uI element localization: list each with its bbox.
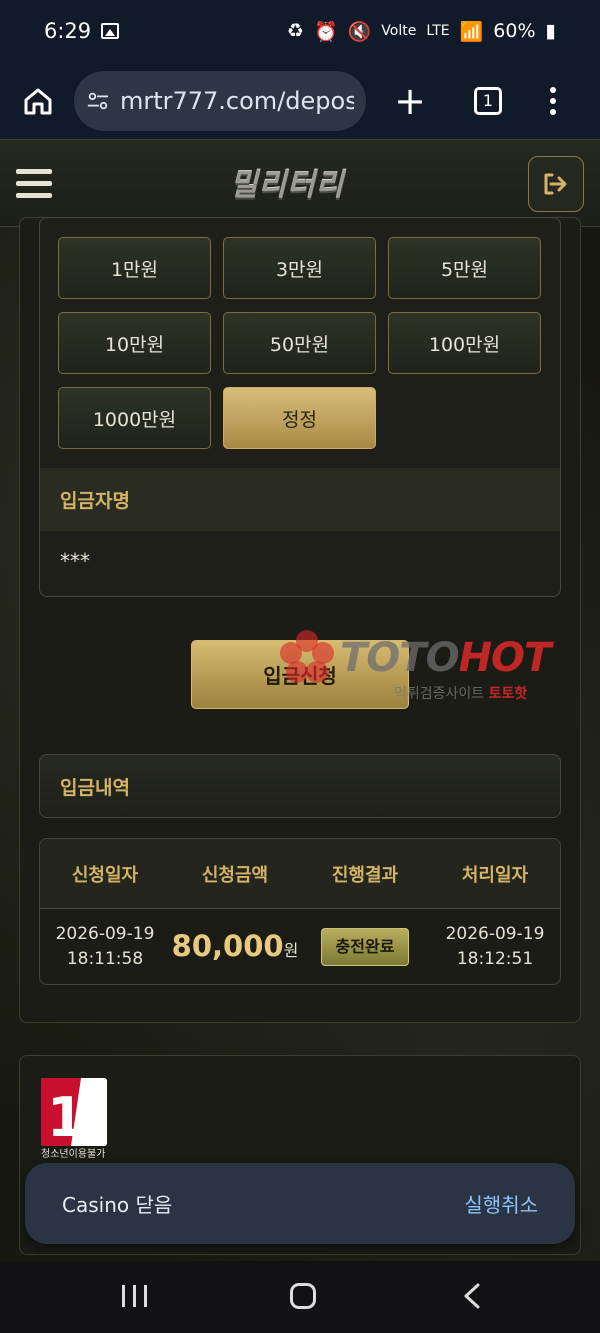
undo-button[interactable]: 실행취소 bbox=[464, 1189, 538, 1218]
deposit-page: 1만원 3만원 5만원 10만원 50만원 100만원 1000만원 정정 입금… bbox=[0, 217, 600, 1261]
site-header: 밀리터리 bbox=[0, 139, 600, 227]
watermark-flower-icon bbox=[280, 630, 334, 683]
browser-toolbar: mrtr777.com/deposit + 1 bbox=[0, 62, 600, 139]
battery-saver-icon: ♻ bbox=[286, 20, 304, 42]
column-header: 처리일자 bbox=[461, 864, 529, 886]
system-nav-bar bbox=[0, 1261, 600, 1333]
clock: 6:29 bbox=[44, 19, 92, 43]
home-icon[interactable] bbox=[22, 85, 54, 117]
snackbar-message: Casino 닫음 bbox=[62, 1193, 173, 1217]
site-logo[interactable]: 밀리터리 bbox=[230, 160, 378, 203]
age-18-icon: 18 bbox=[41, 1078, 107, 1146]
mute-icon: 🔇 bbox=[347, 20, 372, 43]
amount-button-10m[interactable]: 1000만원 bbox=[58, 387, 211, 449]
depositor-name-field[interactable]: *** bbox=[60, 549, 90, 573]
column-header: 신청일자 bbox=[71, 864, 139, 886]
site-settings-icon[interactable] bbox=[86, 88, 110, 114]
new-tab-icon[interactable]: + bbox=[394, 82, 426, 120]
deposit-history-title: 입금내역 bbox=[39, 754, 561, 818]
status-badge: 충전완료 bbox=[320, 928, 410, 966]
lte-label: LTE bbox=[426, 23, 450, 39]
more-menu-icon[interactable] bbox=[550, 86, 556, 115]
signal-icon: 📶 bbox=[459, 20, 484, 43]
reset-amount-button[interactable]: 정정 bbox=[223, 387, 376, 449]
logout-button[interactable] bbox=[528, 156, 584, 212]
depositor-name-label: 입금자명 bbox=[40, 468, 560, 531]
status-icons: ♻ ⏰ 🔇 Volte LTE 📶 60% ▮ bbox=[287, 20, 556, 43]
request-datetime: 2026-09-19 18:11:58 bbox=[55, 923, 155, 970]
amount-button-100k[interactable]: 10만원 bbox=[58, 312, 211, 374]
column-header: 신청금액 bbox=[201, 864, 269, 886]
amount-button-50k[interactable]: 5만원 bbox=[388, 237, 541, 299]
logout-icon bbox=[544, 173, 567, 195]
gallery-notification-icon bbox=[101, 23, 120, 39]
back-icon[interactable] bbox=[462, 1283, 482, 1309]
amount-button-30k[interactable]: 3만원 bbox=[223, 237, 376, 299]
age-restriction-caption: 청소년이용불가 bbox=[41, 1149, 106, 1160]
tab-count: 1 bbox=[482, 91, 494, 110]
volte-label: Volte bbox=[381, 23, 417, 39]
battery-icon: ▮ bbox=[545, 20, 556, 42]
amount-button-10k[interactable]: 1만원 bbox=[58, 237, 211, 299]
address-bar[interactable]: mrtr777.com/deposit bbox=[74, 70, 366, 131]
recent-apps-icon[interactable] bbox=[122, 1285, 147, 1307]
amount-button-1m[interactable]: 100만원 bbox=[388, 312, 541, 374]
snackbar: Casino 닫음 실행취소 bbox=[25, 1163, 575, 1244]
watermark: TOTOHOT 먹튀검증사이트 토토핫 bbox=[276, 627, 596, 717]
request-amount: 80,000원 bbox=[171, 929, 299, 964]
table-row: 2026-09-19 18:11:58 80,000원 충전완료 2026-09… bbox=[40, 909, 560, 984]
watermark-brand: TOTOHOT bbox=[340, 635, 551, 681]
column-header: 진행결과 bbox=[331, 864, 399, 886]
url-text: mrtr777.com/deposit bbox=[119, 86, 354, 115]
processed-datetime: 2026-09-19 18:12:51 bbox=[445, 923, 545, 970]
watermark-subtitle: 먹튀검증사이트 토토핫 bbox=[394, 686, 528, 702]
status-bar: 6:29 ♻ ⏰ 🔇 Volte LTE 📶 60% ▮ bbox=[0, 0, 600, 62]
age-restriction-badge: 18 bbox=[41, 1078, 107, 1146]
amount-button-500k[interactable]: 50만원 bbox=[223, 312, 376, 374]
table-header: 신청일자 신청금액 진행결과 처리일자 bbox=[40, 839, 560, 909]
home-nav-icon[interactable] bbox=[290, 1283, 316, 1309]
tab-switcher-button[interactable]: 1 bbox=[474, 86, 502, 115]
deposit-history-table: 신청일자 신청금액 진행결과 처리일자 2026-09-19 18:11:58 … bbox=[39, 838, 561, 985]
svg-text:18: 18 bbox=[47, 1086, 107, 1146]
alarm-icon: ⏰ bbox=[313, 20, 338, 43]
battery-percent: 60% bbox=[493, 20, 536, 42]
hamburger-menu-icon[interactable] bbox=[16, 168, 52, 198]
status-cell: 충전완료 bbox=[300, 928, 430, 966]
